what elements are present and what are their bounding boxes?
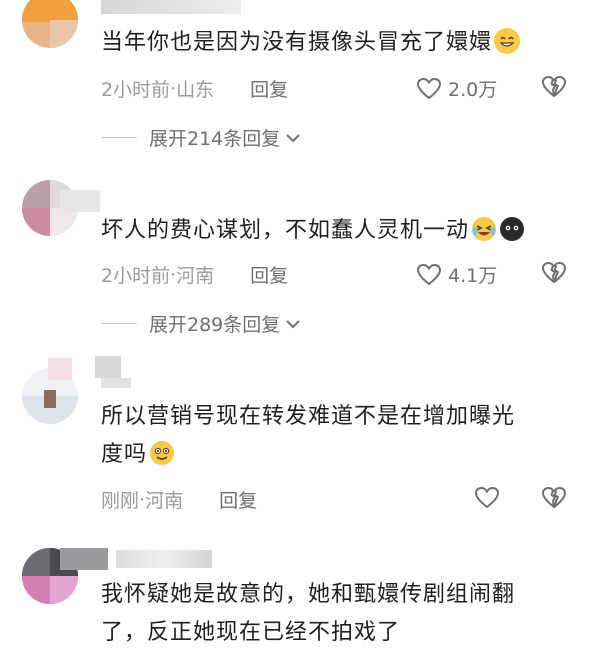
comment-time: 2小时前 — [101, 79, 171, 101]
comment-meta: 2小时前 · 山东 回复 — [101, 75, 288, 102]
like-button[interactable]: 2.0万 — [416, 75, 497, 102]
broken-heart-icon — [542, 76, 566, 97]
comment-text: 所以营销号现在转发难道不是在增加曝光 度吗 — [101, 398, 571, 474]
comment-meta: 刚刚 · 河南 回复 — [101, 486, 257, 513]
heart-outline-icon — [416, 263, 442, 285]
like-button[interactable] — [474, 486, 506, 510]
username-blurred[interactable] — [60, 190, 100, 212]
comment-text-line: 了，反正她现在已经不拍戏了 — [101, 620, 401, 645]
like-button[interactable]: 4.1万 — [416, 261, 497, 288]
dislike-button[interactable] — [540, 261, 568, 289]
dislike-button[interactable] — [540, 486, 568, 514]
broken-heart-icon — [542, 487, 566, 508]
divider — [101, 323, 137, 324]
expand-replies-button[interactable]: 展开214条回复 — [101, 124, 302, 151]
comment-time: 2小时前 — [101, 265, 171, 287]
like-count: 4.1万 — [448, 265, 498, 287]
comment-text-line: 度吗 — [101, 436, 571, 474]
comment-text-line: 我怀疑她是故意的，她和甄嬛传剧组闹翻 — [101, 582, 516, 607]
username-blurred[interactable] — [101, 378, 131, 388]
comment-location: 河南 — [176, 265, 215, 287]
reply-button[interactable]: 回复 — [219, 486, 257, 513]
comment-time: 刚刚 — [101, 490, 140, 512]
reply-button[interactable]: 回复 — [250, 75, 288, 102]
username-blurred[interactable] — [116, 550, 212, 568]
like-count: 2.0万 — [448, 79, 498, 101]
chevron-down-icon — [286, 133, 300, 142]
grin-emoji-icon — [494, 28, 521, 54]
comment-location: 山东 — [176, 79, 215, 101]
username-blurred[interactable] — [95, 356, 121, 378]
username-blurred[interactable] — [101, 0, 241, 14]
comment-text-line: 所以营销号现在转发难道不是在增加曝光 — [101, 404, 516, 429]
heart-outline-icon — [474, 486, 500, 509]
expand-label: 展开214条回复 — [149, 128, 281, 150]
comment-location: 河南 — [145, 490, 184, 512]
avatar[interactable] — [22, 0, 78, 48]
comment-text-line-end: 度吗 — [101, 442, 148, 467]
expand-replies-button[interactable]: 展开289条回复 — [101, 310, 302, 337]
comment-text-body: 当年你也是因为没有摄像头冒充了嬛嬛 — [101, 30, 493, 55]
reply-button[interactable]: 回复 — [250, 261, 288, 288]
dislike-button[interactable] — [540, 75, 568, 103]
divider — [101, 137, 137, 138]
comment-text: 我怀疑她是故意的，她和甄嬛传剧组闹翻 了，反正她现在已经不拍戏了 — [101, 576, 571, 652]
username-blurred[interactable] — [48, 358, 72, 380]
username-blurred[interactable] — [60, 548, 108, 570]
heart-outline-icon — [416, 77, 442, 99]
chevron-down-icon — [286, 319, 300, 328]
expand-label: 展开289条回复 — [149, 314, 281, 336]
dark-face-emoji-icon — [499, 216, 525, 242]
comment-meta: 2小时前 · 河南 回复 — [101, 261, 288, 288]
broken-heart-icon — [542, 262, 566, 283]
smile-emoji-icon — [149, 440, 175, 466]
comment-text: 坏人的费心谋划，不如蠢人灵机一动 — [101, 212, 571, 250]
laugh-cry-emoji-icon — [471, 216, 497, 242]
comment-text: 当年你也是因为没有摄像头冒充了嬛嬛 — [101, 24, 571, 62]
comment-text-body: 坏人的费心谋划，不如蠢人灵机一动 — [101, 218, 470, 243]
